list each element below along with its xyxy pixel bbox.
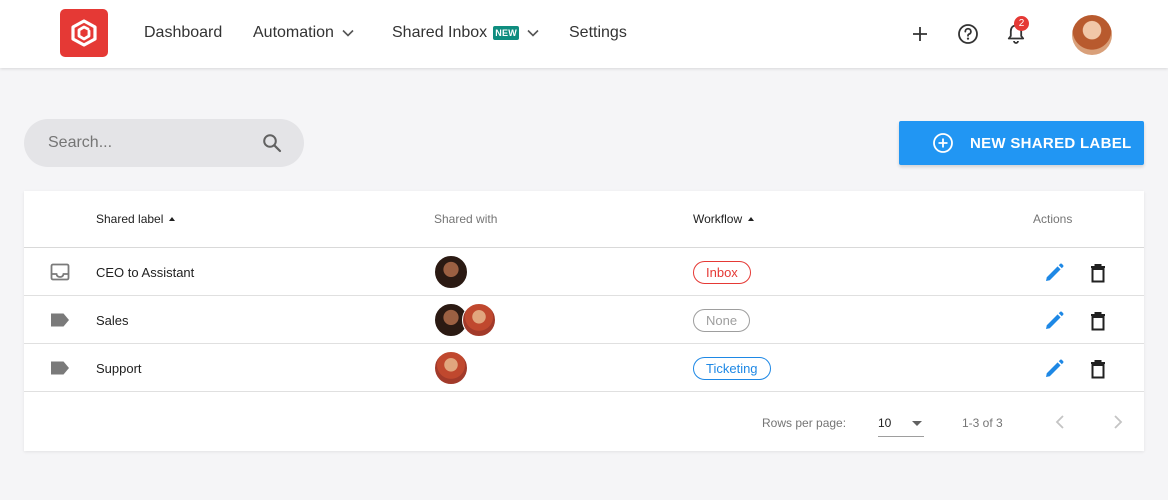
new-badge: NEW: [493, 26, 520, 40]
help-button[interactable]: [956, 22, 980, 46]
nav-dashboard[interactable]: Dashboard: [144, 22, 222, 44]
column-header-label-text: Shared label: [96, 212, 164, 226]
avatar: [434, 351, 468, 385]
table-row[interactable]: Support Ticketing: [24, 344, 1144, 392]
table-row[interactable]: CEO to Assistant Inbox: [24, 248, 1144, 296]
pagination-range: 1-3 of 3: [962, 416, 1003, 430]
search-icon[interactable]: [262, 133, 282, 153]
shared-labels-table: Shared label Shared with Workflow Action…: [24, 191, 1144, 451]
nav-settings-label: Settings: [569, 24, 627, 41]
nav-dashboard-label: Dashboard: [144, 24, 223, 41]
previous-page-icon[interactable]: [1051, 412, 1069, 432]
label-tag-icon: [51, 361, 69, 375]
notifications-button[interactable]: 2: [1004, 16, 1029, 46]
inbox-tray-icon: [50, 263, 70, 281]
chevron-down-icon: [527, 29, 539, 37]
table-row[interactable]: Sales None: [24, 296, 1144, 344]
workflow-chip: Ticketing: [693, 357, 771, 380]
nav-automation-label: Automation: [253, 24, 334, 41]
label-name: Sales: [96, 313, 129, 328]
edit-pencil-icon[interactable]: [1043, 358, 1065, 380]
nav-shared-inbox-label: Shared Inbox: [392, 24, 488, 41]
column-header-shared-with-text: Shared with: [434, 212, 498, 226]
avatar: [434, 255, 468, 289]
sort-ascending-icon: [748, 217, 755, 221]
plus-icon: [913, 27, 927, 41]
dropdown-caret-icon: [912, 420, 922, 426]
add-button[interactable]: [908, 22, 932, 46]
label-name: CEO to Assistant: [96, 265, 195, 280]
sort-ascending-icon: [169, 217, 176, 221]
column-header-workflow-text: Workflow: [693, 212, 743, 226]
new-shared-label-button[interactable]: NEW SHARED LABEL: [899, 121, 1144, 165]
column-header-actions: Actions: [1033, 212, 1072, 226]
app-logo[interactable]: [60, 9, 108, 57]
trash-icon[interactable]: [1087, 310, 1109, 332]
column-header-actions-text: Actions: [1033, 212, 1073, 226]
table-pagination: Rows per page: 10 1-3 of 3: [24, 392, 1144, 451]
column-header-workflow[interactable]: Workflow: [693, 212, 755, 226]
user-avatar[interactable]: [1072, 15, 1112, 55]
workflow-chip: Inbox: [693, 261, 751, 284]
column-header-shared-label[interactable]: Shared label: [96, 212, 176, 226]
label-name: Support: [96, 361, 142, 376]
avatar: [462, 303, 496, 337]
nav-shared-inbox[interactable]: Shared Inbox NEW: [392, 22, 541, 44]
trash-icon[interactable]: [1087, 358, 1109, 380]
chevron-down-icon: [342, 29, 354, 37]
rows-per-page-select[interactable]: 10: [878, 410, 924, 437]
add-circle-icon: [933, 133, 953, 153]
edit-pencil-icon[interactable]: [1043, 310, 1065, 332]
search-input[interactable]: [48, 134, 262, 152]
help-circle-icon: [958, 24, 978, 44]
nav-automation[interactable]: Automation: [253, 22, 356, 44]
workflow-chip: None: [693, 309, 751, 332]
shared-with-avatars: [434, 303, 496, 337]
rows-per-page-value: 10: [878, 416, 892, 430]
trash-icon[interactable]: [1087, 262, 1109, 284]
notification-count-badge: 2: [1014, 16, 1029, 31]
shared-with-avatars: [434, 255, 468, 289]
logo-icon: [71, 19, 97, 47]
rows-per-page-label: Rows per page:: [762, 416, 847, 430]
edit-pencil-icon[interactable]: [1043, 262, 1065, 284]
top-nav-bar: Dashboard Automation Shared Inbox NEW Se…: [0, 0, 1168, 68]
shared-with-avatars: [434, 351, 468, 385]
new-shared-label-text: NEW SHARED LABEL: [970, 134, 1132, 152]
next-page-icon[interactable]: [1109, 412, 1127, 432]
search-bar: [24, 119, 304, 167]
label-tag-icon: [51, 313, 69, 327]
nav-settings[interactable]: Settings: [569, 22, 627, 44]
table-header: Shared label Shared with Workflow Action…: [24, 191, 1144, 248]
column-header-shared-with: Shared with: [434, 212, 497, 226]
